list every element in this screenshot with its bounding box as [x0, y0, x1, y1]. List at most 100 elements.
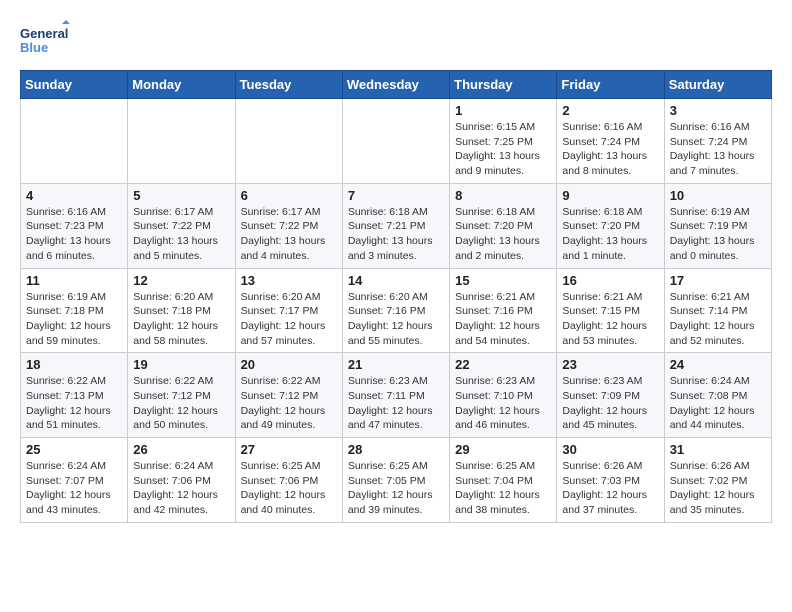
- week-row-1: 1Sunrise: 6:15 AM Sunset: 7:25 PM Daylig…: [21, 99, 772, 184]
- calendar-cell: [21, 99, 128, 184]
- day-number: 7: [348, 188, 444, 203]
- logo: General Blue: [20, 20, 70, 60]
- weekday-header-monday: Monday: [128, 71, 235, 99]
- calendar-cell: 18 Sunrise: 6:22 AM Sunset: 7:13 PM Dayli…: [21, 353, 128, 438]
- day-number: 13: [241, 273, 337, 288]
- day-info: Sunrise: 6:20 AM Sunset: 7:18 PM Dayligh…: [133, 290, 229, 349]
- day-number: 10: [670, 188, 766, 203]
- day-number: 27: [241, 442, 337, 457]
- day-number: 15: [455, 273, 551, 288]
- week-row-3: 11 Sunrise: 6:19 AM Sunset: 7:18 PM Dayli…: [21, 268, 772, 353]
- day-info: Sunrise: 6:19 AM Sunset: 7:19 PM Dayligh…: [670, 205, 766, 264]
- calendar-cell: 28 Sunrise: 6:25 AM Sunset: 7:05 PM Dayli…: [342, 438, 449, 523]
- calendar-cell: 12Sunrise: 6:20 AM Sunset: 7:18 PM Dayli…: [128, 268, 235, 353]
- weekday-header-thursday: Thursday: [450, 71, 557, 99]
- calendar-cell: 14 Sunrise: 6:20 AM Sunset: 7:16 PM Dayli…: [342, 268, 449, 353]
- day-info: Sunrise: 6:23 AM Sunset: 7:11 PM Dayligh…: [348, 374, 444, 433]
- day-number: 9: [562, 188, 658, 203]
- day-info: Sunrise: 6:25 AM Sunset: 7:06 PM Dayligh…: [241, 459, 337, 518]
- day-number: 19: [133, 357, 229, 372]
- day-number: 31: [670, 442, 766, 457]
- calendar-cell: [128, 99, 235, 184]
- calendar-cell: 11 Sunrise: 6:19 AM Sunset: 7:18 PM Dayli…: [21, 268, 128, 353]
- calendar-cell: 10 Sunrise: 6:19 AM Sunset: 7:19 PM Dayli…: [664, 183, 771, 268]
- day-number: 29: [455, 442, 551, 457]
- calendar-cell: 17 Sunrise: 6:21 AM Sunset: 7:14 PM Dayli…: [664, 268, 771, 353]
- page-header: General Blue: [20, 20, 772, 60]
- calendar-cell: 16 Sunrise: 6:21 AM Sunset: 7:15 PM Dayli…: [557, 268, 664, 353]
- weekday-header-tuesday: Tuesday: [235, 71, 342, 99]
- calendar-cell: 15 Sunrise: 6:21 AM Sunset: 7:16 PM Dayli…: [450, 268, 557, 353]
- day-number: 28: [348, 442, 444, 457]
- calendar-cell: 26 Sunrise: 6:24 AM Sunset: 7:06 PM Dayli…: [128, 438, 235, 523]
- day-info: Sunrise: 6:20 AM Sunset: 7:16 PM Dayligh…: [348, 290, 444, 349]
- calendar-cell: 22 Sunrise: 6:23 AM Sunset: 7:10 PM Dayli…: [450, 353, 557, 438]
- day-number: 24: [670, 357, 766, 372]
- calendar-cell: 4 Sunrise: 6:16 AM Sunset: 7:23 PM Daylig…: [21, 183, 128, 268]
- day-number: 8: [455, 188, 551, 203]
- calendar-cell: 23 Sunrise: 6:23 AM Sunset: 7:09 PM Dayli…: [557, 353, 664, 438]
- day-info: Sunrise: 6:16 AM Sunset: 7:24 PM Dayligh…: [670, 120, 766, 179]
- day-info: Sunrise: 6:23 AM Sunset: 7:10 PM Dayligh…: [455, 374, 551, 433]
- calendar-cell: 27 Sunrise: 6:25 AM Sunset: 7:06 PM Dayli…: [235, 438, 342, 523]
- day-number: 23: [562, 357, 658, 372]
- day-number: 30: [562, 442, 658, 457]
- svg-text:Blue: Blue: [20, 40, 48, 55]
- day-info: Sunrise: 6:17 AM Sunset: 7:22 PM Dayligh…: [241, 205, 337, 264]
- day-number: 16: [562, 273, 658, 288]
- weekday-header-wednesday: Wednesday: [342, 71, 449, 99]
- day-number: 22: [455, 357, 551, 372]
- day-number: 2: [562, 103, 658, 118]
- calendar-cell: 29Sunrise: 6:25 AM Sunset: 7:04 PM Dayli…: [450, 438, 557, 523]
- calendar-cell: 6Sunrise: 6:17 AM Sunset: 7:22 PM Daylig…: [235, 183, 342, 268]
- day-info: Sunrise: 6:21 AM Sunset: 7:16 PM Dayligh…: [455, 290, 551, 349]
- day-number: 11: [26, 273, 122, 288]
- day-info: Sunrise: 6:26 AM Sunset: 7:03 PM Dayligh…: [562, 459, 658, 518]
- day-info: Sunrise: 6:19 AM Sunset: 7:18 PM Dayligh…: [26, 290, 122, 349]
- day-info: Sunrise: 6:23 AM Sunset: 7:09 PM Dayligh…: [562, 374, 658, 433]
- day-info: Sunrise: 6:17 AM Sunset: 7:22 PM Dayligh…: [133, 205, 229, 264]
- day-info: Sunrise: 6:16 AM Sunset: 7:23 PM Dayligh…: [26, 205, 122, 264]
- calendar-cell: 25 Sunrise: 6:24 AM Sunset: 7:07 PM Dayli…: [21, 438, 128, 523]
- day-info: Sunrise: 6:24 AM Sunset: 7:07 PM Dayligh…: [26, 459, 122, 518]
- day-info: Sunrise: 6:21 AM Sunset: 7:14 PM Dayligh…: [670, 290, 766, 349]
- calendar-table: SundayMondayTuesdayWednesdayThursdayFrid…: [20, 70, 772, 523]
- week-row-2: 4 Sunrise: 6:16 AM Sunset: 7:23 PM Daylig…: [21, 183, 772, 268]
- calendar-cell: [235, 99, 342, 184]
- day-number: 5: [133, 188, 229, 203]
- day-number: 25: [26, 442, 122, 457]
- day-info: Sunrise: 6:24 AM Sunset: 7:06 PM Dayligh…: [133, 459, 229, 518]
- day-info: Sunrise: 6:26 AM Sunset: 7:02 PM Dayligh…: [670, 459, 766, 518]
- day-number: 18: [26, 357, 122, 372]
- day-info: Sunrise: 6:25 AM Sunset: 7:05 PM Dayligh…: [348, 459, 444, 518]
- day-info: Sunrise: 6:18 AM Sunset: 7:20 PM Dayligh…: [562, 205, 658, 264]
- svg-text:General: General: [20, 26, 68, 41]
- calendar-cell: 21 Sunrise: 6:23 AM Sunset: 7:11 PM Dayli…: [342, 353, 449, 438]
- day-info: Sunrise: 6:21 AM Sunset: 7:15 PM Dayligh…: [562, 290, 658, 349]
- logo-svg: General Blue: [20, 20, 70, 60]
- day-info: Sunrise: 6:22 AM Sunset: 7:13 PM Dayligh…: [26, 374, 122, 433]
- day-number: 3: [670, 103, 766, 118]
- day-info: Sunrise: 6:18 AM Sunset: 7:20 PM Dayligh…: [455, 205, 551, 264]
- weekday-header-sunday: Sunday: [21, 71, 128, 99]
- calendar-cell: 13Sunrise: 6:20 AM Sunset: 7:17 PM Dayli…: [235, 268, 342, 353]
- calendar-cell: 2Sunrise: 6:16 AM Sunset: 7:24 PM Daylig…: [557, 99, 664, 184]
- calendar-cell: 7 Sunrise: 6:18 AM Sunset: 7:21 PM Daylig…: [342, 183, 449, 268]
- day-number: 26: [133, 442, 229, 457]
- week-row-4: 18 Sunrise: 6:22 AM Sunset: 7:13 PM Dayli…: [21, 353, 772, 438]
- day-info: Sunrise: 6:22 AM Sunset: 7:12 PM Dayligh…: [133, 374, 229, 433]
- day-info: Sunrise: 6:15 AM Sunset: 7:25 PM Dayligh…: [455, 120, 551, 179]
- calendar-cell: 20Sunrise: 6:22 AM Sunset: 7:12 PM Dayli…: [235, 353, 342, 438]
- day-number: 14: [348, 273, 444, 288]
- day-number: 4: [26, 188, 122, 203]
- day-info: Sunrise: 6:22 AM Sunset: 7:12 PM Dayligh…: [241, 374, 337, 433]
- day-number: 17: [670, 273, 766, 288]
- weekday-header-saturday: Saturday: [664, 71, 771, 99]
- calendar-cell: 9 Sunrise: 6:18 AM Sunset: 7:20 PM Daylig…: [557, 183, 664, 268]
- day-number: 21: [348, 357, 444, 372]
- calendar-cell: 31 Sunrise: 6:26 AM Sunset: 7:02 PM Dayli…: [664, 438, 771, 523]
- calendar-cell: 5 Sunrise: 6:17 AM Sunset: 7:22 PM Daylig…: [128, 183, 235, 268]
- weekday-header-row: SundayMondayTuesdayWednesdayThursdayFrid…: [21, 71, 772, 99]
- day-info: Sunrise: 6:18 AM Sunset: 7:21 PM Dayligh…: [348, 205, 444, 264]
- week-row-5: 25 Sunrise: 6:24 AM Sunset: 7:07 PM Dayli…: [21, 438, 772, 523]
